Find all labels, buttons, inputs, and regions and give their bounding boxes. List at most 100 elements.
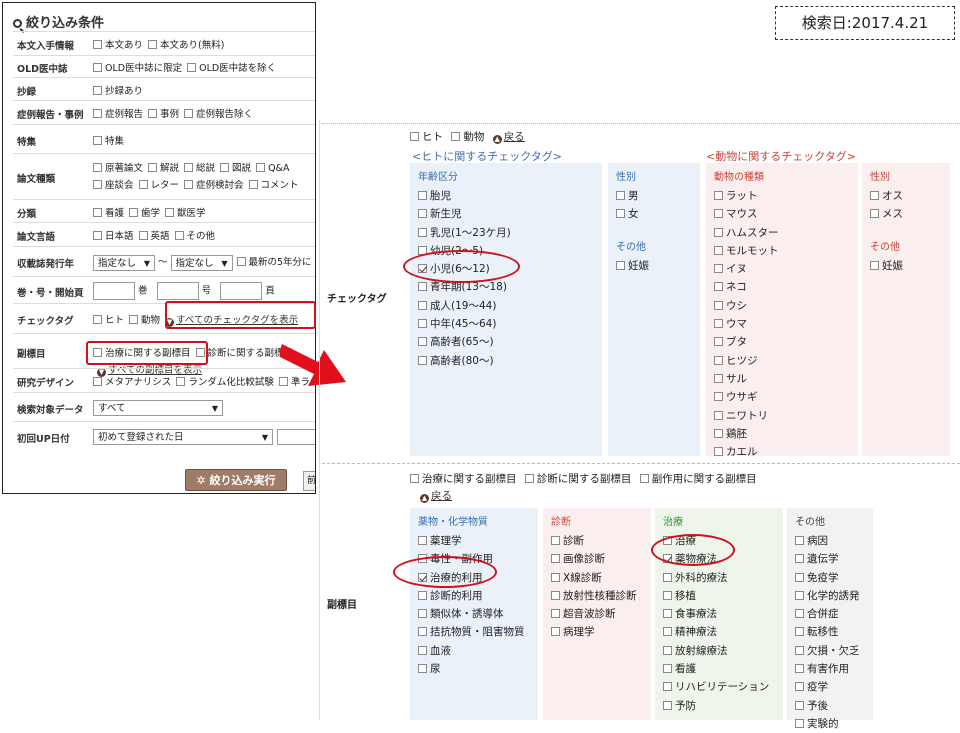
age-items-checkbox[interactable]: 成人(19〜44) [418,297,602,315]
checkbox-icon[interactable] [551,590,560,600]
checkbox-icon[interactable] [795,700,804,710]
checkbox-icon[interactable] [795,590,804,600]
checkbox-icon[interactable] [714,337,723,347]
age-items-checkbox[interactable]: 乳児(1〜23ケ月) [418,224,602,242]
sex-items-checkbox[interactable]: 男 [616,187,700,205]
diag-items-checkbox[interactable]: 病理学 [551,623,651,641]
checkbox-icon[interactable] [795,627,804,637]
animal-items-checkbox[interactable]: ハムスター [714,224,858,242]
filter-option-checkbox[interactable]: 図説 [220,160,251,177]
recent-years-checkbox[interactable]: 最新の5年分に [236,254,312,268]
filter-option-checkbox[interactable]: 獣医学 [165,205,206,219]
checkbox-icon[interactable] [714,319,723,329]
checkbox-icon[interactable] [418,209,427,219]
animal-items-checkbox[interactable]: ニワトリ [714,407,858,425]
checkbox-icon[interactable] [418,664,427,674]
checkbox-diagnosis-sub[interactable]: 診断に関する副標目 [524,471,631,486]
filter-option-checkbox[interactable]: メタアナリシス [93,374,171,388]
checkbox-icon[interactable] [616,191,625,200]
animal-items-checkbox[interactable]: マウス [714,205,858,223]
drug-items-checkbox[interactable]: 尿 [418,660,538,678]
checkbox-icon[interactable] [870,191,879,200]
filter-option-checkbox[interactable]: 日本語 [93,228,134,242]
checkbox-icon[interactable] [616,260,625,270]
checkbox-icon[interactable] [714,447,723,457]
treat-items-checkbox[interactable]: 精神療法 [663,623,783,641]
age-items-checkbox[interactable]: 中年(45〜64) [418,315,602,333]
asex-items-checkbox[interactable]: メス [870,205,950,223]
filter-option-checkbox[interactable]: 症例検討会 [184,177,244,194]
other-items-checkbox[interactable]: 遺伝学 [795,550,873,568]
sex-items-checkbox[interactable]: 女 [616,205,700,223]
filter-option-checkbox[interactable]: 本文あり(無料) [148,37,224,51]
volume-input[interactable] [93,281,135,300]
issue-input[interactable] [156,281,199,300]
checkbox-icon[interactable] [418,536,427,545]
checkbox-icon[interactable] [663,572,672,582]
other-items-checkbox[interactable]: 欠損・欠乏 [795,642,873,660]
asex-items-checkbox[interactable]: オス [870,187,950,205]
age-items-checkbox[interactable]: 新生児 [418,205,602,223]
subheading-back-link[interactable]: ▲ 戻る [420,488,452,503]
animal-items-checkbox[interactable]: ウシ [714,297,858,315]
other-items-checkbox[interactable]: 疫学 [795,678,873,696]
filter-option-checkbox[interactable]: 英語 [138,228,170,242]
animal-items-checkbox[interactable]: ウマ [714,315,858,333]
filter-option-checkbox[interactable]: 解説 [148,160,179,177]
checkbox-icon[interactable] [418,191,427,200]
filter-option-checkbox[interactable]: Q&A [256,160,289,177]
diag-items-checkbox[interactable]: X線診断 [551,569,651,587]
animal-items-checkbox[interactable]: ウサギ [714,388,858,406]
checkbox-human[interactable]: ヒト [410,129,443,144]
checkbox-icon[interactable] [418,319,427,329]
treat-items-checkbox[interactable]: 放射線療法 [663,642,783,660]
checkbox-icon[interactable] [714,428,723,438]
checkbox-icon[interactable] [616,209,625,219]
checkbox-icon[interactable] [714,300,723,310]
filter-option-checkbox[interactable]: ヒト [93,312,124,326]
other-items-checkbox[interactable]: 病因 [795,532,873,550]
filter-option-checkbox[interactable]: 診断に関する副標目 [195,345,293,359]
age-items-checkbox[interactable]: 高齢者(80〜) [418,352,602,370]
other-items-checkbox[interactable]: 化学的誘発 [795,587,873,605]
checkbox-icon[interactable] [551,627,560,637]
checkbox-icon[interactable] [418,337,427,347]
checkbox-icon[interactable] [714,355,723,365]
treat-items-checkbox[interactable]: リハビリテーション [663,678,783,696]
checkbox-icon[interactable] [795,718,804,728]
animal-items-checkbox[interactable]: カエル [714,443,858,461]
animal-items-checkbox[interactable]: ブタ [714,333,858,351]
other-items-checkbox[interactable]: 転移性 [795,623,873,641]
checkbox-icon[interactable] [870,260,879,270]
other-items-checkbox[interactable]: 実験的 [795,715,873,733]
drug-items-checkbox[interactable]: 血液 [418,642,538,660]
year-to-select[interactable]: 指定なし ▼ [170,254,233,271]
checkbox-icon[interactable] [714,282,723,292]
other-items-checkbox[interactable]: 予後 [795,697,873,715]
animal-items-checkbox[interactable]: ラット [714,187,858,205]
filter-option-checkbox[interactable]: その他 [174,228,215,242]
checkbox-icon[interactable] [418,627,427,637]
checkbox-icon[interactable] [418,590,427,600]
drug-items-checkbox[interactable]: 類似体・誘導体 [418,605,538,623]
treat-items-checkbox[interactable]: 看護 [663,660,783,678]
checkbox-icon[interactable] [551,554,560,564]
checkbox-icon[interactable] [795,572,804,582]
checkbox-icon[interactable] [418,645,427,655]
other-items-checkbox[interactable]: 有害作用 [795,660,873,678]
diag-items-checkbox[interactable]: 放射性核種診断 [551,587,651,605]
cut-button[interactable]: 前 [303,471,315,491]
filter-option-checkbox[interactable]: 症例報告 [93,106,143,120]
checkbox-icon[interactable] [795,536,804,545]
checkbox-icon[interactable] [795,554,804,564]
checkbox-icon[interactable] [418,227,427,237]
checkbox-icon[interactable] [418,609,427,619]
filter-option-checkbox[interactable]: 座談会 [93,177,134,194]
checkbox-icon[interactable] [663,609,672,619]
age-items-checkbox[interactable]: 高齢者(65〜) [418,333,602,351]
other-items-checkbox[interactable]: 合併症 [795,605,873,623]
filter-option-checkbox[interactable]: ランダム化比較試験 [176,374,274,388]
checkbox-icon[interactable] [663,682,672,692]
filter-option-checkbox[interactable]: 歯学 [129,205,160,219]
filter-option-checkbox[interactable]: コメント [248,177,299,194]
